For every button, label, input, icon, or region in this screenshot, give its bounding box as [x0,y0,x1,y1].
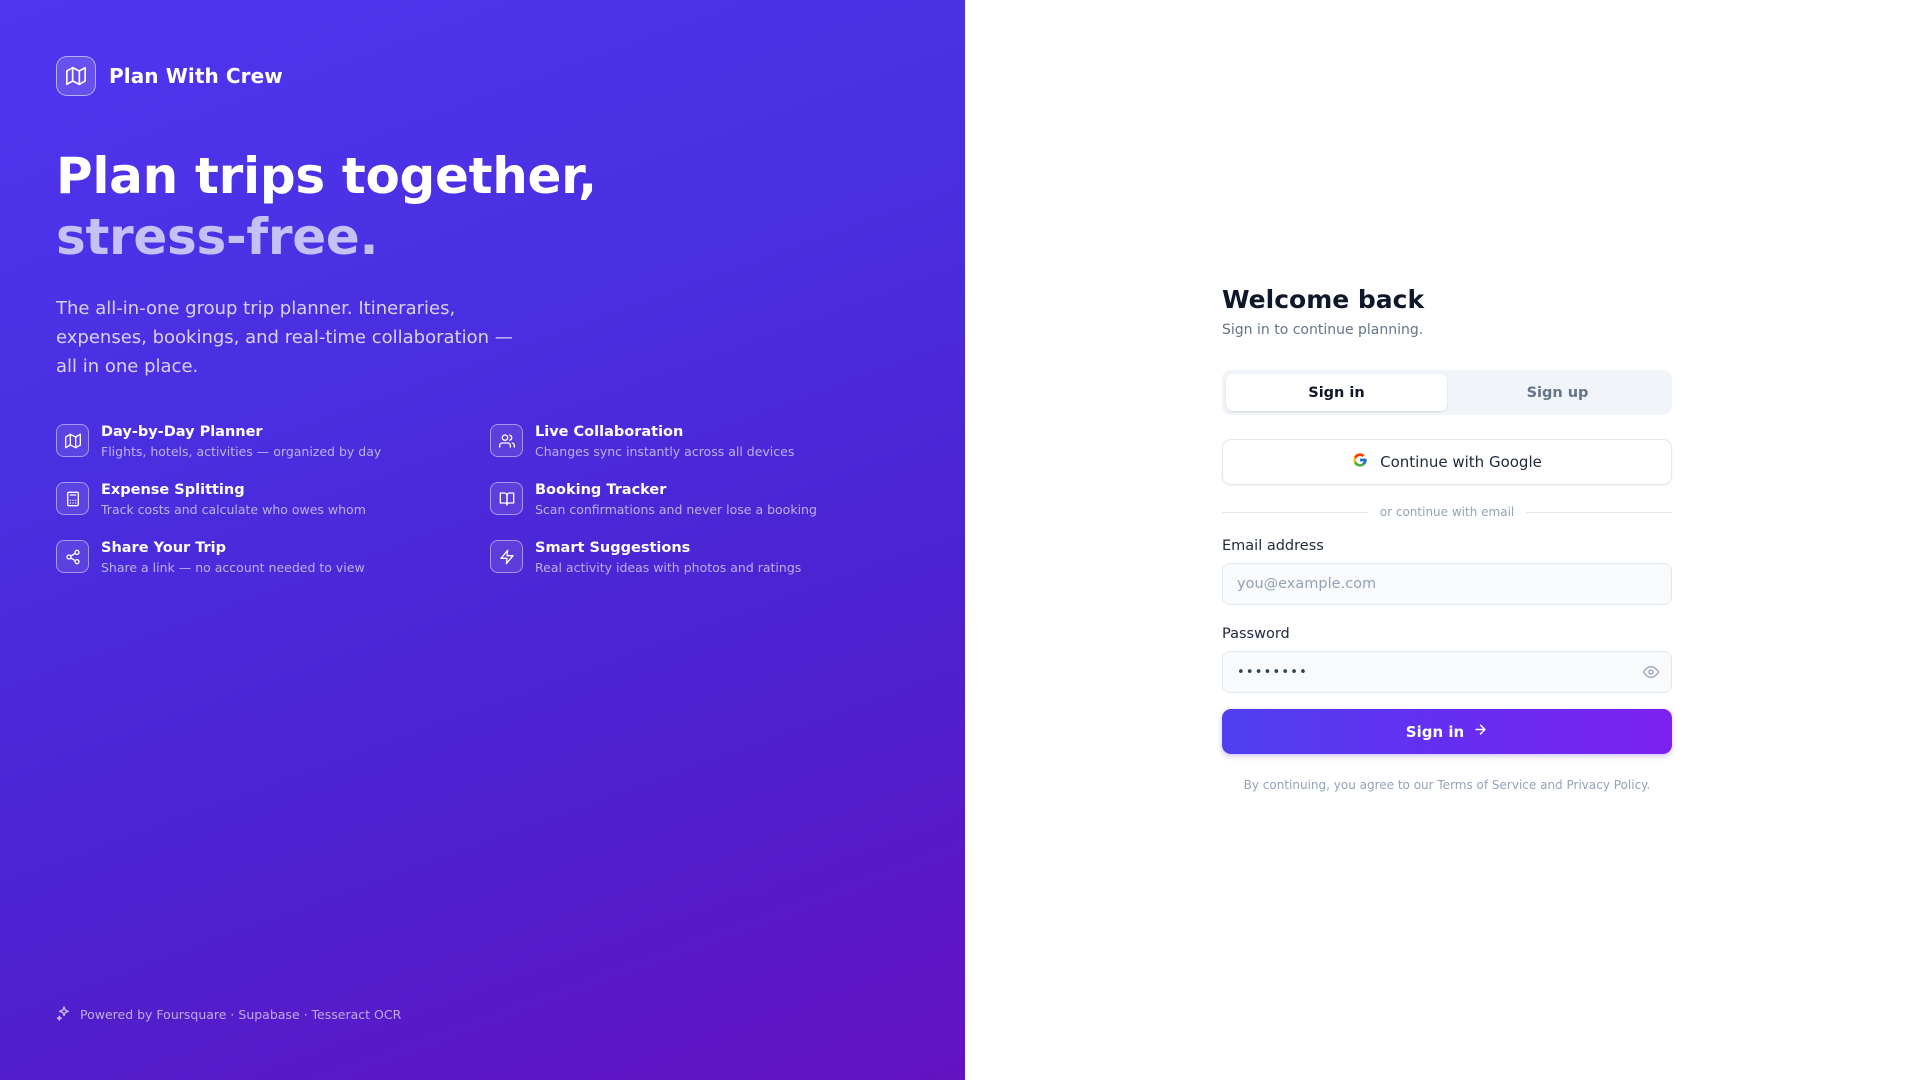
feature-title: Share Your Trip [101,540,227,556]
headline-line-2: stress-free. [56,208,379,266]
users-icon [490,424,523,457]
feature-desc: Track costs and calculate who owes whom [101,502,366,517]
map-icon [56,56,96,96]
map-icon [56,424,89,457]
tab-sign-up[interactable]: Sign up [1447,374,1668,411]
feature-item: Expense Splitting Track costs and calcul… [56,481,490,518]
headline-line-1: Plan trips together, [56,147,597,205]
feature-desc: Real activity ideas with photos and rati… [535,560,802,575]
zap-icon [490,540,523,573]
feature-title: Booking Tracker [535,482,667,498]
arrow-right-icon [1473,722,1488,741]
email-label: Email address [1222,538,1324,554]
or-divider: or continue with email [1222,505,1673,519]
tab-sign-in[interactable]: Sign in [1226,374,1447,411]
feature-item: Share Your Trip Share a link — no accoun… [56,539,490,576]
sign-in-button[interactable]: Sign in [1222,709,1672,754]
form-subtitle: Sign in to continue planning. [1222,322,1424,338]
share-icon [56,540,89,573]
brand[interactable]: Plan With Crew [56,56,965,96]
terms-text: By continuing, you agree to our Terms of… [1243,778,1651,792]
password-field[interactable]: •••••••• [1237,665,1308,680]
divider-line [1222,511,1368,513]
feature-item: Smart Suggestions Real activity ideas wi… [490,539,924,576]
sign-in-button-label: Sign in [1405,722,1465,741]
feature-title: Day-by-Day Planner [101,424,263,440]
book-open-icon [490,482,523,515]
feature-item: Booking Tracker Scan confirmations and n… [490,481,924,518]
email-field-wrapper [1222,563,1672,605]
email-field[interactable] [1237,576,1657,592]
hero-panel: Plan With Crew Plan trips together, stre… [0,0,965,1080]
auth-panel: Welcome back Sign in to continue plannin… [965,0,1920,1080]
feature-title: Live Collaboration [535,424,684,440]
feature-item: Live Collaboration Changes sync instantl… [490,423,924,460]
feature-title: Smart Suggestions [535,540,691,556]
password-label: Password [1222,626,1290,642]
feature-desc: Share a link — no account needed to view [101,560,365,575]
auth-tabs: Sign in Sign up [1222,370,1672,415]
feature-list: Day-by-Day Planner Flights, hotels, acti… [56,423,924,576]
divider-line [1526,511,1673,513]
auth-form: Welcome back Sign in to continue plannin… [1222,285,1673,792]
calculator-icon [56,482,89,515]
feature-item: Day-by-Day Planner Flights, hotels, acti… [56,423,490,460]
sparkles-icon [56,1005,72,1024]
feature-title: Expense Splitting [101,482,245,498]
powered-by-text: Powered by Foursquare · Supabase · Tesse… [80,1007,402,1022]
google-signin-button[interactable]: Continue with Google [1222,439,1672,485]
google-button-label: Continue with Google [1380,453,1542,471]
divider-text: or continue with email [1379,505,1515,519]
brand-name: Plan With Crew [109,64,283,88]
eye-icon[interactable] [1643,664,1659,684]
powered-by: Powered by Foursquare · Supabase · Tesse… [56,1005,401,1024]
feature-desc: Changes sync instantly across all device… [535,444,795,459]
form-title: Welcome back [1222,285,1425,314]
google-icon [1352,452,1368,472]
password-field-wrapper: •••••••• [1222,651,1672,693]
feature-desc: Scan confirmations and never lose a book… [535,502,817,517]
hero-subtitle: The all-in-one group trip planner. Itine… [56,298,513,377]
hero-headline: Plan trips together, stress-free. [56,146,965,268]
feature-desc: Flights, hotels, activities — organized … [101,444,382,459]
